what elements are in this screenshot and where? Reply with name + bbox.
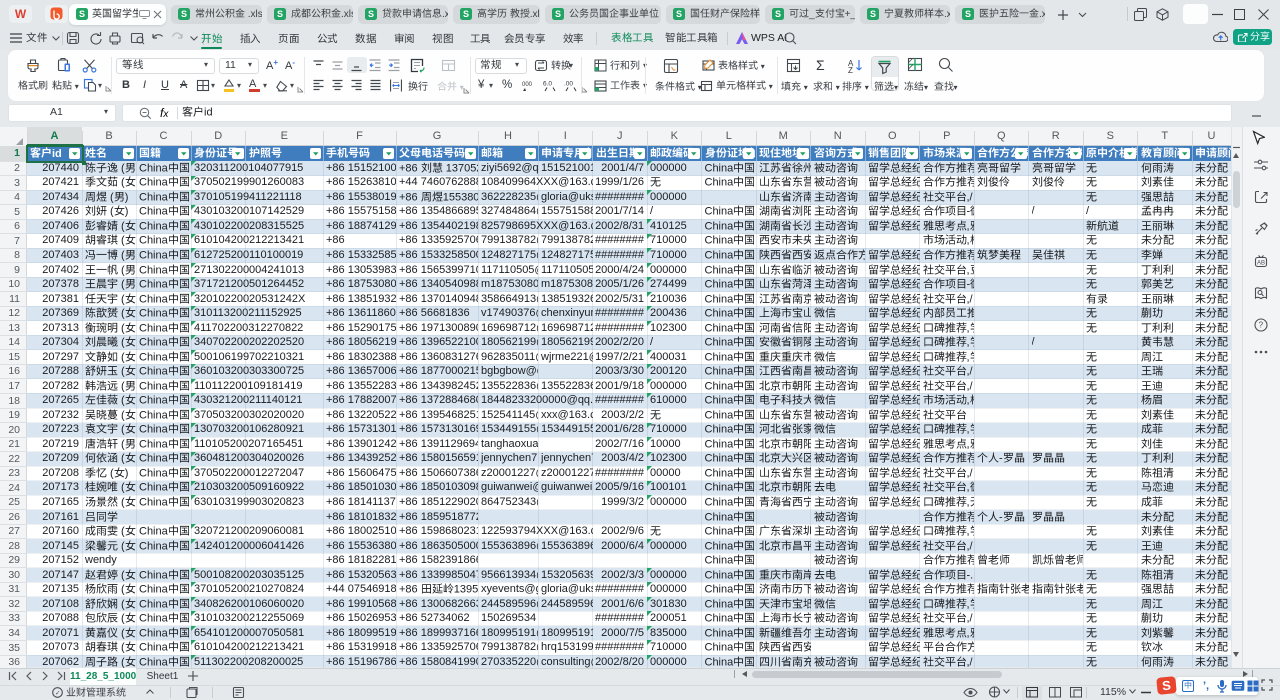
svg-text:000: 000: [522, 82, 533, 88]
svg-text:AB: AB: [1257, 261, 1265, 267]
svg-text:?: ?: [1259, 321, 1264, 330]
svg-text:Z: Z: [848, 66, 853, 73]
svg-text:.00: .00: [564, 81, 573, 88]
svg-text:✓: ✓: [55, 690, 60, 697]
svg-text:6.0: 6.0: [543, 81, 552, 88]
